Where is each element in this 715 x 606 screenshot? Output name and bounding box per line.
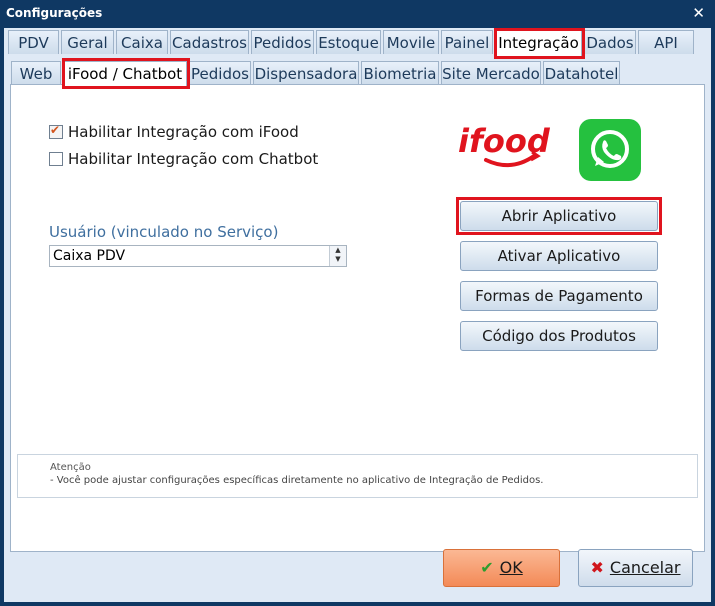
tab-site-mercado[interactable]: Site Mercado bbox=[441, 61, 541, 85]
ifood-checkbox-label: Habilitar Integração com iFood bbox=[68, 123, 299, 141]
whatsapp-icon bbox=[579, 119, 641, 181]
tab-web[interactable]: Web bbox=[11, 61, 61, 85]
open-app-button[interactable]: Abrir Aplicativo bbox=[460, 201, 658, 231]
ok-button[interactable]: ✔ OK bbox=[443, 549, 560, 587]
spin-arrows-icon[interactable]: ▲ ▼ bbox=[329, 246, 346, 266]
ifood-chatbot-panel: Habilitar Integração com iFood Habilitar… bbox=[10, 84, 705, 552]
ifood-checkbox[interactable] bbox=[49, 123, 63, 139]
ok-label: OK bbox=[499, 558, 523, 577]
cancel-button[interactable]: ✖ Cancelar bbox=[578, 549, 693, 587]
activate-app-button[interactable]: Ativar Aplicativo bbox=[460, 241, 658, 271]
note-text: - Você pode ajustar configurações especí… bbox=[50, 475, 544, 486]
ifood-option[interactable]: Habilitar Integração com iFood bbox=[49, 123, 299, 141]
tab-dispensadora[interactable]: Dispensadora bbox=[253, 61, 359, 85]
tab-biometria[interactable]: Biometria bbox=[361, 61, 439, 85]
tab-pedidos[interactable]: Pedidos bbox=[251, 30, 314, 54]
check-icon: ✔ bbox=[480, 558, 494, 577]
tab-datahotel[interactable]: Datahotel bbox=[543, 61, 620, 85]
payment-methods-button[interactable]: Formas de Pagamento bbox=[460, 281, 658, 311]
close-icon[interactable]: ✕ bbox=[692, 4, 705, 22]
tab-integracao[interactable]: Integração bbox=[495, 30, 582, 57]
tab-caixa[interactable]: Caixa bbox=[116, 30, 168, 54]
title-bar: Configurações ✕ bbox=[0, 0, 715, 28]
user-select[interactable]: Caixa PDV ▲ ▼ bbox=[49, 245, 347, 267]
chatbot-option[interactable]: Habilitar Integração com Chatbot bbox=[49, 150, 318, 168]
window-title: Configurações bbox=[6, 6, 103, 20]
ifood-logo: ifood bbox=[458, 122, 551, 168]
tab-cadastros[interactable]: Cadastros bbox=[170, 30, 249, 54]
tab-geral[interactable]: Geral bbox=[61, 30, 114, 54]
tab-painel[interactable]: Painel bbox=[441, 30, 493, 54]
product-codes-button[interactable]: Código dos Produtos bbox=[460, 321, 658, 351]
tab-movile[interactable]: Movile bbox=[383, 30, 439, 54]
user-select-value: Caixa PDV bbox=[53, 248, 126, 264]
tab-api[interactable]: API bbox=[638, 30, 694, 54]
chatbot-checkbox-label: Habilitar Integração com Chatbot bbox=[68, 150, 319, 168]
settings-window: Configurações ✕ PDV Geral Caixa Cadastro… bbox=[0, 0, 715, 606]
main-tabs: PDV Geral Caixa Cadastros Pedidos Estoqu… bbox=[4, 30, 711, 57]
note-title: Atenção bbox=[50, 462, 91, 473]
tab-estoque[interactable]: Estoque bbox=[316, 30, 381, 54]
user-label: Usuário (vinculado no Serviço) bbox=[49, 223, 279, 241]
cancel-label: Cancelar bbox=[609, 558, 681, 577]
tab-ifood-chatbot[interactable]: iFood / Chatbot bbox=[63, 61, 187, 88]
attention-note: Atenção - Você pode ajustar configuraçõe… bbox=[17, 454, 698, 498]
tab-sub-pedidos[interactable]: Pedidos bbox=[189, 61, 251, 85]
window-client: PDV Geral Caixa Cadastros Pedidos Estoqu… bbox=[4, 28, 711, 602]
tab-pdv[interactable]: PDV bbox=[8, 30, 59, 54]
tab-dados[interactable]: Dados bbox=[584, 30, 636, 54]
chatbot-checkbox[interactable] bbox=[49, 152, 63, 166]
x-icon: ✖ bbox=[590, 558, 604, 577]
